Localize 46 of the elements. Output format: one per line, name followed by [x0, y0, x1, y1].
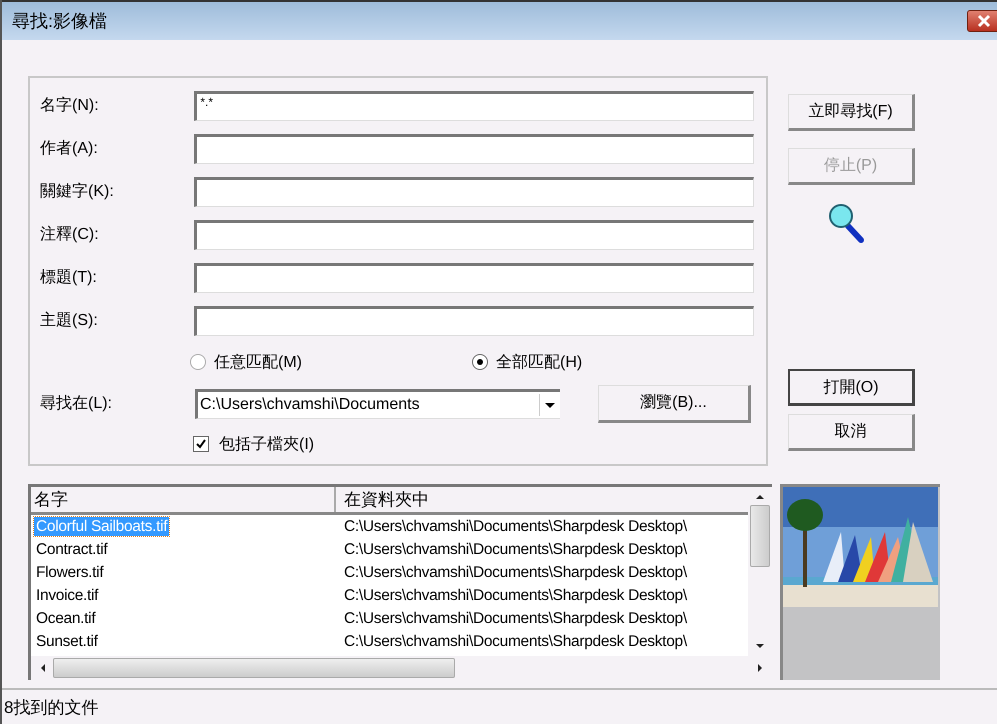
- field-label: 名字(N):: [40, 96, 100, 116]
- file-name-cell[interactable]: Contract.tif: [34, 540, 110, 558]
- text-field[interactable]: *.*: [194, 90, 754, 120]
- folder-cell: C:\Users\chvamshi\Documents\Sharpdesk Desktop\: [344, 610, 687, 626]
- text-field[interactable]: [194, 220, 754, 250]
- close-icon: [976, 14, 992, 28]
- action-button[interactable]: 立即尋找(F): [788, 94, 915, 131]
- scroll-right-icon[interactable]: [756, 663, 764, 673]
- field-label: 主題(S):: [40, 310, 99, 331]
- radio-button[interactable]: [472, 354, 488, 370]
- radio-label: 任意匹配(M): [214, 352, 302, 372]
- column-header[interactable]: 在資料夾中: [336, 487, 748, 512]
- folder-cell: C:\Users\chvamshi\Documents\Sharpdesk Desktop\: [344, 518, 687, 534]
- folder-cell: C:\Users\chvamshi\Documents\Sharpdesk Desktop\: [344, 632, 687, 650]
- window-title: 尋找:影像檔: [12, 10, 108, 33]
- scroll-down-icon[interactable]: [755, 642, 765, 650]
- field-label: 尋找在(L):: [40, 394, 113, 414]
- field-label: 作者(A):: [40, 138, 99, 159]
- status-text: 8找到的文件: [4, 696, 98, 718]
- text-field[interactable]: [194, 176, 754, 206]
- text-field[interactable]: [194, 306, 754, 336]
- scroll-up-icon[interactable]: [755, 493, 765, 501]
- column-header[interactable]: 名字: [31, 487, 336, 512]
- action-button[interactable]: 取消: [788, 414, 915, 451]
- checkbox-label: 包括子檔夾(I): [219, 434, 314, 454]
- file-name-cell[interactable]: Sunset.tif: [34, 632, 100, 650]
- browse-button[interactable]: 瀏覽(B)...: [598, 384, 751, 422]
- folder-cell: C:\Users\chvamshi\Documents\Sharpdesk Desktop\: [344, 540, 687, 558]
- checkbox[interactable]: [193, 436, 209, 452]
- file-name-cell[interactable]: Flowers.tif: [34, 562, 106, 582]
- folder-dropdown[interactable]: C:\Users\chvamshi\Documents: [195, 388, 560, 418]
- action-button[interactable]: 打開(O): [788, 369, 915, 406]
- folder-cell: C:\Users\chvamshi\Documents\Sharpdesk Desktop\: [344, 586, 687, 604]
- text-field[interactable]: [194, 134, 754, 164]
- text-field[interactable]: [194, 262, 754, 292]
- horizontal-scrollbar[interactable]: [31, 656, 772, 680]
- scroll-left-icon[interactable]: [39, 663, 47, 673]
- file-name-cell[interactable]: Ocean.tif: [34, 608, 98, 628]
- field-label: 關鍵字(K):: [40, 182, 115, 202]
- close-button[interactable]: [967, 10, 997, 32]
- field-label: 標題(T):: [40, 268, 98, 288]
- radio-label: 全部匹配(H): [496, 352, 582, 372]
- folder-cell: C:\Users\chvamshi\Documents\Sharpdesk Desktop\: [344, 564, 687, 580]
- file-name-cell[interactable]: Invoice.tif: [34, 586, 100, 604]
- radio-button[interactable]: [190, 354, 206, 370]
- field-label: 注釋(C):: [40, 224, 100, 245]
